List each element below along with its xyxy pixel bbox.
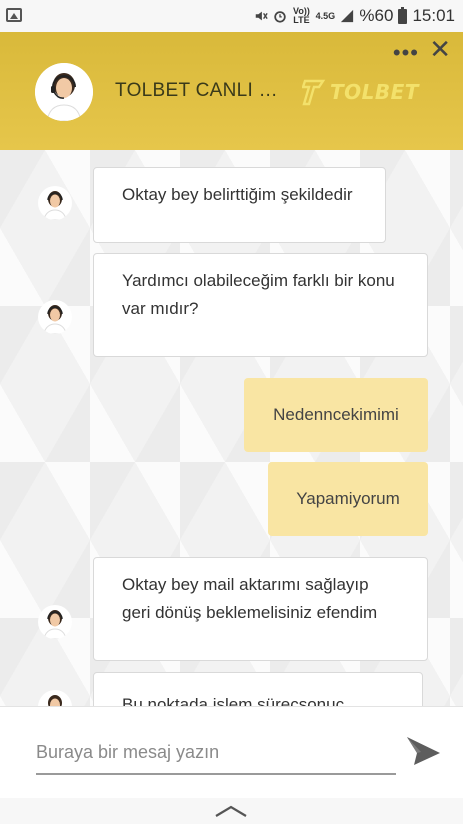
volte-indicator: Vo)) LTE [293,6,310,25]
support-agent-icon [43,191,67,220]
incoming-message: Bu noktada işlem süreçsonuç hakkında bil… [93,672,423,706]
support-agent-icon [43,610,67,639]
agent-mini-avatar [38,186,72,220]
outgoing-message: Nedenncekimimi [244,378,428,452]
support-agent-icon [35,63,93,121]
support-agent-icon [48,695,62,706]
gallery-notification-icon [6,8,22,22]
battery-percent: %60 [359,6,394,25]
chat-title: TOLBET CANLI DESTEK [115,80,290,101]
message-input[interactable] [36,731,396,775]
brand-logo: TOLBET [302,76,419,108]
message-composer [0,706,463,798]
agent-avatar [35,63,93,121]
support-agent-icon [43,305,67,334]
chat-header: ••• ✕ TOLBET CANLI DESTEK TOLBET [0,32,463,150]
send-icon[interactable] [404,732,442,770]
network-type: 4.5G [315,10,336,21]
more-dots-icon[interactable]: ••• [393,40,419,66]
agent-mini-avatar [38,605,72,639]
brand-name: TOLBET [330,80,419,104]
status-bar: Vo)) LTE 4.5G %60 15:01 [0,0,463,32]
agent-mini-avatar [38,300,72,334]
outgoing-message: Yapamiyorum [268,462,428,536]
signal-icon [341,9,354,23]
close-icon[interactable]: ✕ [429,34,451,65]
battery-icon [398,6,408,24]
status-icons: Vo)) LTE 4.5G %60 15:01 [254,5,455,27]
incoming-message: Oktay bey belirttiğim şekildedir [93,167,386,243]
agent-mini-avatar [38,690,72,706]
tolbet-logo-icon [302,79,326,106]
clock: 15:01 [412,6,455,25]
mute-icon [256,11,269,21]
navigation-bar [0,798,463,824]
incoming-message: Oktay bey mail aktarımı sağlayıp geri dö… [93,557,428,661]
incoming-message: Yardımcı olabileceğim farklı bir konu va… [93,253,428,357]
message-list[interactable]: Oktay bey belirttiğim şekildedir Yardımc… [0,150,463,706]
alarm-icon [274,11,287,23]
chevron-up-icon[interactable] [214,804,248,818]
